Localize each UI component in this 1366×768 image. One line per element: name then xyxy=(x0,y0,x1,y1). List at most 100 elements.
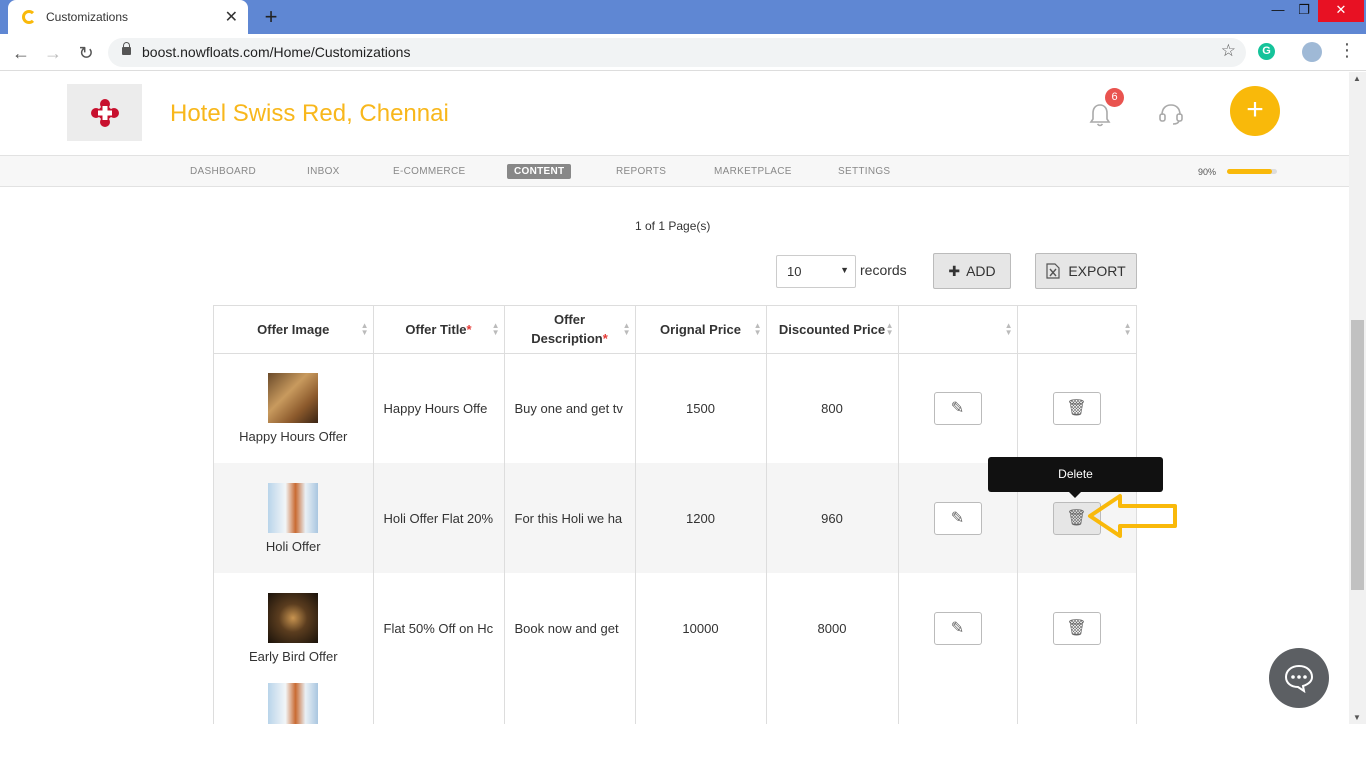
back-icon[interactable]: ← xyxy=(10,42,32,64)
profile-progress-fill xyxy=(1227,169,1272,174)
nav-inbox[interactable]: INBOX xyxy=(300,164,347,179)
original-price-cell: 10000 xyxy=(635,573,767,683)
offer-thumbnail[interactable] xyxy=(268,482,319,533)
column-header-offer-title[interactable]: Offer Title* ▲ ▼ xyxy=(373,306,505,354)
sort-icon: ▲ ▼ xyxy=(622,321,631,337)
sort-icon: ▲ ▼ xyxy=(753,321,762,337)
chat-widget-button[interactable] xyxy=(1269,648,1329,708)
site-header: Hotel Swiss Red, Chennai 6 + xyxy=(0,72,1349,155)
delete-cell: 🗑 xyxy=(1017,573,1137,683)
scroll-up-icon[interactable]: ▲ xyxy=(1353,74,1361,83)
add-content-button[interactable]: + xyxy=(1230,86,1280,136)
bell-icon[interactable] xyxy=(1088,102,1112,128)
restore-button[interactable]: ❐ xyxy=(1290,0,1318,22)
records-per-page-value: 10 xyxy=(787,264,802,279)
edit-button[interactable]: ✎ xyxy=(933,501,982,535)
offer-thumbnail[interactable] xyxy=(268,372,319,423)
headset-icon[interactable] xyxy=(1158,102,1184,126)
nav-content[interactable]: CONTENT xyxy=(507,164,572,179)
add-button-label: ADD xyxy=(966,263,996,279)
delete-button[interactable]: 🗑 xyxy=(1052,391,1101,425)
tab-title: Customizations xyxy=(46,10,129,24)
page-scrollbar[interactable]: ▲ ▼ xyxy=(1349,72,1366,724)
discounted-price-cell: 8000 xyxy=(766,573,899,683)
header-label: Description xyxy=(531,331,603,347)
original-price-cell xyxy=(635,683,767,724)
edit-button[interactable]: ✎ xyxy=(933,611,982,645)
scrollbar-thumb[interactable] xyxy=(1351,320,1364,590)
column-header-edit[interactable]: ▲ ▼ xyxy=(898,306,1018,354)
discounted-price-cell: 800 xyxy=(766,353,899,463)
nav-marketplace[interactable]: MARKETPLACE xyxy=(707,164,799,179)
main-nav: DASHBOARD INBOX E-COMMERCE CONTENT REPOR… xyxy=(0,155,1349,187)
column-header-offer-description[interactable]: Offer Description* ▲ ▼ xyxy=(504,306,636,354)
nav-settings[interactable]: SETTINGS xyxy=(831,164,897,179)
add-button[interactable]: ✚ ADD xyxy=(933,253,1011,289)
offer-image-cell: Holi Offer xyxy=(214,463,374,573)
profile-avatar[interactable] xyxy=(1302,42,1322,62)
trash-icon: 🗑 xyxy=(1066,510,1087,527)
nav-ecommerce[interactable]: E-COMMERCE xyxy=(386,164,472,179)
forward-icon[interactable]: → xyxy=(42,42,64,64)
profile-progress-text: 90% xyxy=(1198,167,1217,177)
header-label: Offer xyxy=(553,312,586,328)
edit-icon: ✎ xyxy=(950,620,965,637)
nav-dashboard[interactable]: DASHBOARD xyxy=(183,164,263,179)
export-button[interactable]: EXPORT xyxy=(1035,253,1137,289)
notification-badge: 6 xyxy=(1105,88,1124,107)
address-bar[interactable]: boost.nowfloats.com/Home/Customizations … xyxy=(108,38,1246,67)
nav-reports[interactable]: REPORTS xyxy=(609,164,673,179)
reload-icon[interactable]: ↻ xyxy=(75,42,97,64)
header-label: Orignal Price xyxy=(660,321,741,337)
edit-button[interactable]: ✎ xyxy=(933,391,982,425)
table-row: Happy Hours Offer Happy Hours Offe Buy o… xyxy=(214,353,1137,463)
offer-description-cell: For this Holi we ha xyxy=(504,463,636,573)
required-mark: * xyxy=(466,321,472,337)
column-header-original-price[interactable]: Orignal Price ▲ ▼ xyxy=(635,306,767,354)
offer-description-cell xyxy=(504,683,636,724)
business-logo[interactable] xyxy=(67,84,142,141)
lock-icon xyxy=(122,42,131,55)
offer-description-cell: Buy one and get tv xyxy=(504,353,636,463)
records-per-page-select[interactable]: 10 ▼ xyxy=(776,255,856,288)
trash-icon: 🗑 xyxy=(1066,400,1087,418)
column-header-discounted-price[interactable]: Discounted Price ▲ ▼ xyxy=(766,306,899,354)
swiss-cross-icon xyxy=(91,99,119,127)
grammarly-icon[interactable]: G xyxy=(1258,43,1275,60)
table-row: Early Bird Offer Flat 50% Off on Hc Book… xyxy=(214,573,1137,683)
tab-close-icon[interactable]: ✕ xyxy=(225,7,238,27)
required-mark: * xyxy=(602,331,608,347)
edit-cell: ✎ xyxy=(898,353,1018,463)
table-row xyxy=(214,683,1137,724)
close-window-button[interactable]: ✕ xyxy=(1318,0,1364,22)
delete-cell xyxy=(1017,683,1137,724)
sort-icon: ▲ ▼ xyxy=(1123,321,1132,337)
menu-icon[interactable]: ⋮ xyxy=(1338,40,1356,61)
column-header-delete[interactable]: ▲ ▼ xyxy=(1017,306,1137,354)
original-price-cell: 1200 xyxy=(635,463,767,573)
browser-tab[interactable]: Customizations ✕ xyxy=(8,0,248,34)
offer-thumbnail[interactable] xyxy=(268,592,319,643)
sort-icon: ▲ ▼ xyxy=(360,321,369,337)
offer-description-cell: Book now and get xyxy=(504,573,636,683)
star-icon[interactable]: ☆ xyxy=(1221,41,1236,61)
delete-button[interactable]: 🗑 xyxy=(1052,611,1101,645)
column-header-offer-image[interactable]: Offer Image ▲ ▼ xyxy=(214,306,374,354)
offer-thumbnail[interactable] xyxy=(268,683,319,724)
export-button-label: EXPORT xyxy=(1068,263,1126,279)
chat-icon xyxy=(1284,664,1314,693)
offer-name: Happy Hours Offer xyxy=(239,428,348,444)
scroll-down-icon[interactable]: ▼ xyxy=(1353,713,1361,722)
offer-name: Early Bird Offer xyxy=(248,648,338,664)
delete-cell: 🗑 xyxy=(1017,353,1137,463)
offer-image-cell: Early Bird Offer xyxy=(214,573,374,683)
business-name: Hotel Swiss Red, Chennai xyxy=(170,100,449,127)
new-tab-button[interactable]: + xyxy=(260,4,282,30)
favicon-icon xyxy=(22,10,36,24)
discounted-price-cell: 960 xyxy=(766,463,899,573)
offers-table: Offer Image ▲ ▼ Offer Title* ▲ ▼ Offer Des… xyxy=(213,305,1137,724)
offer-image-cell: Happy Hours Offer xyxy=(214,353,374,463)
address-toolbar: ← → ↻ boost.nowfloats.com/Home/Customiza… xyxy=(0,34,1366,71)
offer-title-cell xyxy=(373,683,505,724)
minimize-button[interactable]: — xyxy=(1264,0,1292,22)
